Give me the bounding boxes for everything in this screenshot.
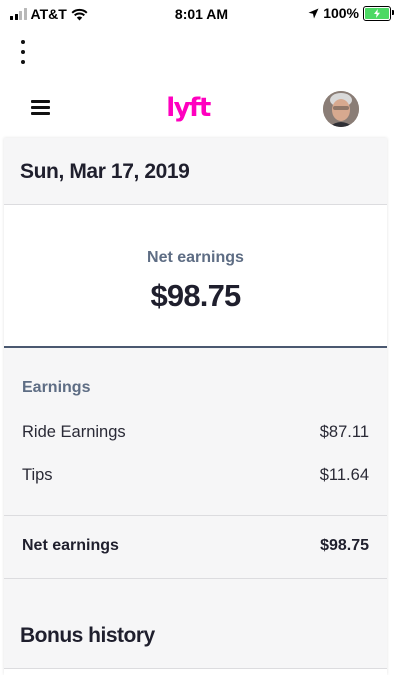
total-label: Net earnings bbox=[22, 537, 119, 554]
ride-earnings-value: $87.11 bbox=[319, 423, 369, 441]
earnings-section-title: Earnings bbox=[22, 379, 91, 396]
status-right: 100% bbox=[308, 5, 394, 21]
net-earnings-amount: $98.75 bbox=[150, 278, 241, 313]
earnings-content: Sun, Mar 17, 2019 Net earnings $98.75 Ea… bbox=[4, 138, 387, 675]
net-earnings-summary: Net earnings $98.75 bbox=[4, 205, 387, 348]
net-earnings-total: Net earnings $98.75 bbox=[4, 516, 387, 579]
tips-row: Tips $11.64 bbox=[22, 466, 369, 485]
more-vertical-icon[interactable] bbox=[17, 40, 29, 64]
app-header: lyft bbox=[0, 78, 403, 138]
lyft-logo: lyft bbox=[166, 93, 212, 123]
battery-percent: 100% bbox=[323, 5, 359, 21]
profile-avatar[interactable] bbox=[323, 91, 359, 127]
total-value: $98.75 bbox=[320, 537, 369, 554]
tips-value: $11.64 bbox=[319, 466, 369, 484]
tips-label: Tips bbox=[22, 466, 53, 484]
bonus-history-section[interactable]: Bonus history bbox=[4, 579, 387, 669]
date-title: Sun, Mar 17, 2019 bbox=[20, 160, 190, 183]
total-row: Net earnings $98.75 bbox=[22, 537, 369, 555]
ride-earnings-row: Ride Earnings $87.11 bbox=[22, 423, 369, 442]
date-header: Sun, Mar 17, 2019 bbox=[4, 138, 387, 205]
status-bar: AT&T 8:01 AM 100% bbox=[0, 0, 403, 30]
svg-text:lyft: lyft bbox=[166, 93, 211, 123]
earnings-breakdown: Earnings Ride Earnings $87.11 Tips $11.6… bbox=[4, 348, 387, 516]
location-arrow-icon bbox=[308, 8, 319, 18]
bonus-history-title: Bonus history bbox=[20, 624, 155, 647]
battery-charging-icon bbox=[363, 5, 394, 21]
net-earnings-label: Net earnings bbox=[147, 249, 244, 266]
hamburger-menu-icon[interactable] bbox=[31, 100, 50, 115]
ride-earnings-label: Ride Earnings bbox=[22, 423, 126, 441]
